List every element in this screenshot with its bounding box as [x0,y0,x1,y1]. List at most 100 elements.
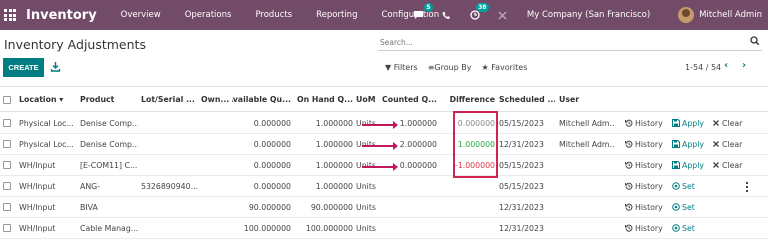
cell-product[interactable]: [E-COM11] C... [80,155,138,175]
group-by-button[interactable]: ≡Group By [428,63,472,72]
cell-lot[interactable] [141,197,199,217]
set-button[interactable]: Set [672,197,702,217]
table-row[interactable]: WH/Input Cable Manag... 100.000000 100.0000… [0,218,768,239]
header-user[interactable]: User [559,88,615,111]
cell-product[interactable]: Denise Comp... [80,113,138,133]
header-difference[interactable]: Difference [440,88,495,111]
user-avatar[interactable] [678,7,695,23]
menu-reporting[interactable]: Reporting [316,10,357,20]
apply-button[interactable]: Apply [672,113,708,133]
cell-lot[interactable]: 5326890940... [141,176,199,196]
cell-owner[interactable] [201,218,231,238]
history-button[interactable]: History [625,134,667,154]
cell-user[interactable] [559,176,615,196]
history-button[interactable]: History [625,218,667,238]
set-button[interactable]: Set [672,218,702,238]
header-available[interactable]: Available Qu... [232,88,291,111]
header-scheduled[interactable]: Scheduled ... [499,88,555,111]
table-row[interactable]: WH/Input BIVA 90.000000 90.000000 Units 12/31… [0,197,768,218]
cell-lot[interactable] [141,155,199,175]
cell-location[interactable]: WH/Input [19,218,77,238]
cell-user[interactable]: Mitchell Adm... [559,134,615,154]
cell-counted[interactable] [377,197,437,217]
cell-location[interactable]: Physical Loc... [19,113,77,133]
cell-location[interactable]: WH/Input [19,197,77,217]
set-button[interactable]: Set [672,176,702,196]
cell-product[interactable]: Cable Manag... [80,218,138,238]
cell-scheduled[interactable]: 05/15/2023 [499,155,555,175]
cell-counted[interactable]: 0.000000 [377,155,437,175]
cell-location[interactable]: WH/Input [19,155,77,175]
search-input[interactable] [378,35,738,49]
create-button[interactable]: CREATE [3,58,44,77]
row-checkbox[interactable] [3,203,11,211]
cell-owner[interactable] [201,155,231,175]
cell-scheduled[interactable]: 05/15/2023 [499,113,555,133]
close-tools-icon[interactable] [495,7,511,23]
row-checkbox[interactable] [3,161,11,169]
cell-counted[interactable] [377,176,437,196]
activity-clock-icon[interactable]: 38 [467,3,489,23]
row-checkbox[interactable] [3,224,11,232]
app-brand[interactable]: Inventory [26,8,97,23]
cell-scheduled[interactable]: 12/31/2023 [499,218,555,238]
cell-user[interactable] [559,218,615,238]
menu-overview[interactable]: Overview [121,10,161,20]
favorites-button[interactable]: ★ Favorites [482,63,528,72]
apply-button[interactable]: Apply [672,155,708,175]
phone-icon[interactable] [439,7,455,23]
cell-owner[interactable] [201,134,231,154]
pager-next-icon[interactable]: › [742,60,754,73]
search-icon[interactable] [750,36,760,46]
history-button[interactable]: History [625,197,667,217]
cell-owner[interactable] [201,197,231,217]
header-uom[interactable]: UoM [356,88,378,111]
clear-button[interactable]: Clear [712,134,746,154]
header-counted[interactable]: Counted Q... [377,88,437,111]
cell-scheduled[interactable]: 12/31/2023 [499,197,555,217]
cell-location[interactable]: WH/Input [19,176,77,196]
cell-counted[interactable]: 2.000000 [377,134,437,154]
header-lot[interactable]: Lot/Serial ... [141,88,199,111]
cell-location[interactable]: Physical Loc... [19,134,77,154]
menu-operations[interactable]: Operations [185,10,232,20]
clear-button[interactable]: Clear [712,155,746,175]
chat-icon[interactable]: 5 [411,3,433,23]
cell-lot[interactable] [141,218,199,238]
cell-owner[interactable] [201,113,231,133]
select-all-checkbox[interactable] [3,95,11,104]
row-checkbox[interactable] [3,140,11,148]
history-button[interactable]: History [625,176,667,196]
apps-menu-icon[interactable] [4,9,16,21]
pager-previous-icon[interactable]: ‹ [724,60,736,73]
row-checkbox[interactable] [3,119,11,127]
header-product[interactable]: Product [80,88,138,111]
cell-product[interactable]: BIVA [80,197,138,217]
cell-scheduled[interactable]: 05/15/2023 [499,176,555,196]
user-menu[interactable]: Mitchell Admin [699,10,762,20]
cell-user[interactable]: Mitchell Adm... [559,113,615,133]
header-owner[interactable]: Own... [201,88,231,111]
history-button[interactable]: History [625,113,667,133]
history-button[interactable]: History [625,155,667,175]
apply-button[interactable]: Apply [672,134,708,154]
cell-counted[interactable] [377,218,437,238]
cell-owner[interactable] [201,176,231,196]
pager-value[interactable]: 1-54 / 54 [685,63,721,72]
header-on-hand[interactable]: On Hand Q... [293,88,353,111]
cell-product[interactable]: ANG- [80,176,138,196]
company-switcher[interactable]: My Company (San Francisco) [527,10,650,20]
cell-lot[interactable] [141,113,199,133]
row-checkbox[interactable] [3,182,11,190]
cell-counted[interactable]: 1.000000 [377,113,437,133]
cell-lot[interactable] [141,134,199,154]
filters-button[interactable]: ▼ Filters [385,63,418,72]
cell-user[interactable] [559,155,615,175]
cell-user[interactable] [559,197,615,217]
cell-scheduled[interactable]: 12/31/2023 [499,134,555,154]
header-location[interactable]: Location ▾ [19,88,77,111]
clear-button[interactable]: Clear [712,113,746,133]
download-icon[interactable] [50,61,61,72]
table-row[interactable]: WH/Input ANG- 5326890940... 0.000000 1.00000… [0,176,768,197]
cell-product[interactable]: Denise Comp... [80,134,138,154]
